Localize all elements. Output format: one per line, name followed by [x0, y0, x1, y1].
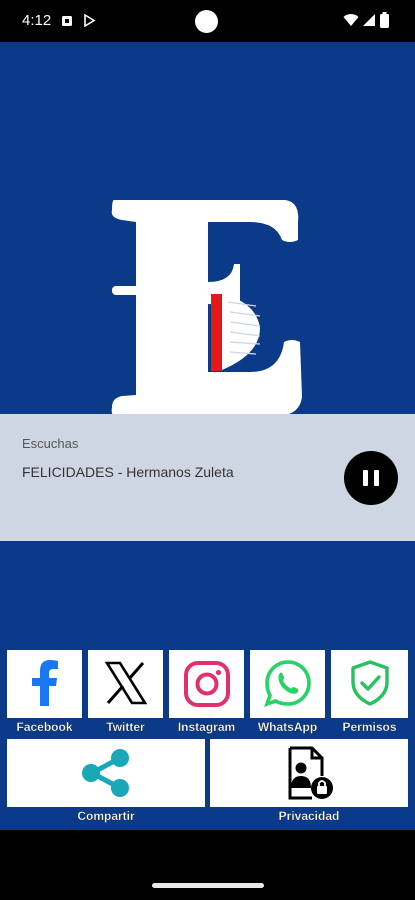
pause-icon [363, 470, 368, 486]
pause-button[interactable] [344, 451, 398, 505]
status-bar: 4:12 [0, 0, 415, 42]
status-time: 4:12 [22, 12, 52, 29]
now-playing-panel: Escuchas FELICIDADES - Hermanos Zuleta [0, 414, 415, 541]
compartir-button[interactable] [7, 739, 205, 807]
play-store-icon [83, 13, 96, 32]
privacidad-button[interactable] [210, 739, 408, 807]
twitter-button[interactable] [88, 650, 163, 718]
square-notification-icon [61, 14, 73, 32]
track-title: FELICIDADES - Hermanos Zuleta [22, 464, 234, 480]
home-gesture-bar[interactable] [152, 883, 264, 888]
compartir-label: Compartir [77, 809, 135, 823]
battery-icon [380, 12, 389, 33]
pause-icon-bar [374, 470, 379, 486]
system-nav-bar [0, 830, 415, 900]
wifi-icon [343, 13, 359, 32]
privacidad-label: Privacidad [278, 809, 340, 823]
twitter-label: Twitter [106, 720, 145, 734]
facebook-icon [32, 660, 58, 706]
whatsapp-label: WhatsApp [257, 720, 318, 734]
instagram-button[interactable] [169, 650, 244, 718]
app-content: Escuchas FELICIDADES - Hermanos Zuleta F… [0, 42, 415, 830]
whatsapp-button[interactable] [250, 650, 325, 718]
x-twitter-icon [104, 661, 148, 705]
shield-check-icon [351, 660, 389, 706]
facebook-button[interactable] [7, 650, 82, 718]
player-label: Escuchas [22, 436, 79, 451]
instagram-label: Instagram [177, 720, 236, 734]
privacy-document-lock-icon [288, 746, 333, 800]
share-icon [82, 749, 129, 797]
instagram-icon [184, 661, 230, 707]
facebook-label: Facebook [16, 720, 73, 734]
station-logo [100, 182, 315, 432]
whatsapp-icon [264, 660, 311, 707]
permisos-label: Permisos [342, 720, 397, 734]
camera-cutout [195, 10, 218, 33]
signal-icon [362, 13, 376, 32]
permisos-button[interactable] [331, 650, 408, 718]
